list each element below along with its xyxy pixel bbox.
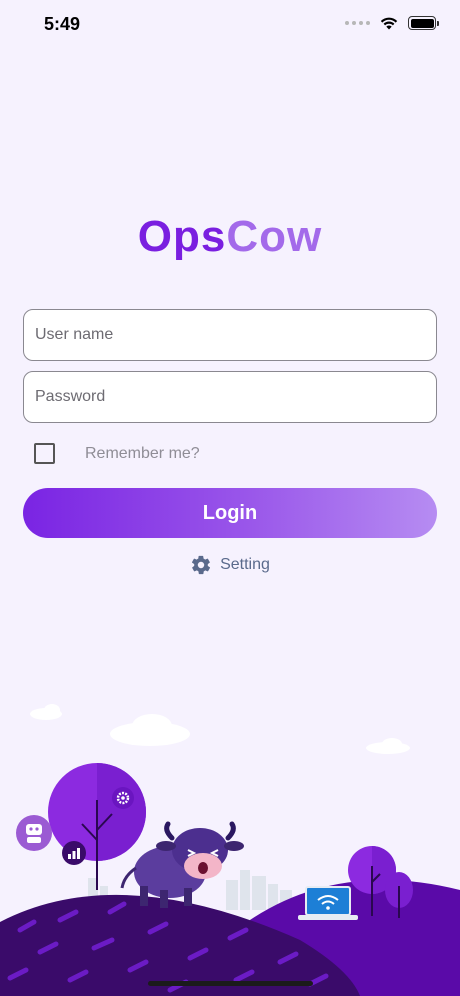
signal-dots-icon [345, 21, 370, 25]
username-input[interactable] [23, 309, 437, 361]
wifi-laptop-icon [298, 886, 358, 920]
battery-fill [410, 18, 434, 28]
login-button[interactable]: Login [23, 488, 437, 538]
remember-me-label[interactable]: Remember me? [85, 445, 200, 463]
setting-label: Setting [220, 556, 270, 573]
cow-mascot [120, 821, 244, 908]
battery-icon [408, 16, 439, 30]
bar-chart-icon [62, 841, 86, 865]
robot-icon [16, 815, 52, 851]
setting-link[interactable]: Setting [0, 554, 460, 576]
cloud-icon [30, 704, 410, 754]
remember-me-checkbox[interactable] [34, 443, 55, 464]
status-bar: 5:49 [0, 0, 460, 50]
gear-icon [192, 555, 211, 575]
logo-text-ops: Ops [137, 212, 227, 261]
status-icons [345, 16, 439, 30]
login-illustration [0, 704, 460, 996]
gear-badge-icon [112, 787, 134, 809]
status-time: 5:49 [44, 14, 81, 34]
remember-me-row: Remember me? [34, 443, 200, 464]
home-indicator [148, 981, 313, 986]
app-logo: OpsCow [0, 212, 460, 262]
wifi-icon [380, 17, 398, 30]
password-input[interactable] [23, 371, 437, 423]
logo-text-cow: Cow [226, 212, 323, 261]
